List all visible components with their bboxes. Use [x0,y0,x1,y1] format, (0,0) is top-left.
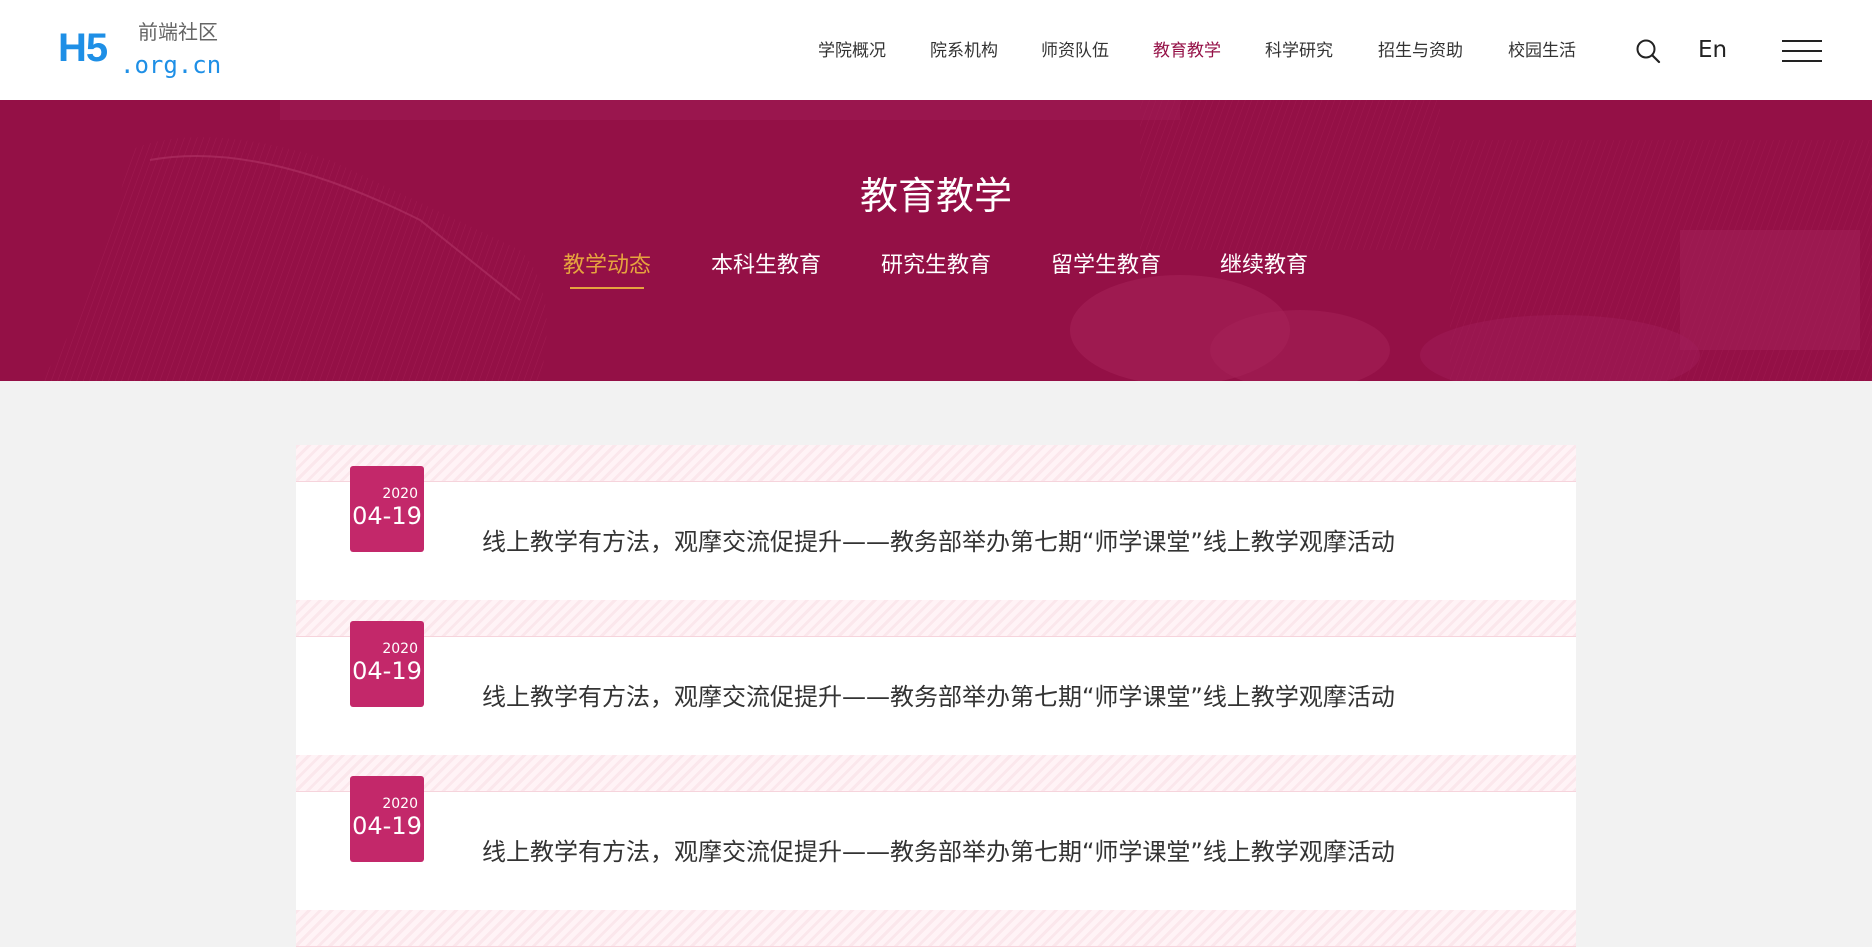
date-month-day: 04-19 [352,812,422,840]
date-badge: 2020 04-19 [350,466,424,552]
banner-background-image [40,100,1872,381]
site-header: H5 前端社区 .org.cn 学院概况 院系机构 师资队伍 教育教学 科学研究… [0,0,1872,100]
news-item[interactable]: 2020 04-19 线上教学有方法，观摩交流促提升——教务部举办第七期“师学课… [296,466,1576,600]
tab-undergraduate[interactable]: 本科生教育 [711,250,821,282]
tab-teaching-news[interactable]: 教学动态 [563,250,651,282]
nav-item-education[interactable]: 教育教学 [1153,38,1221,64]
nav-item-faculty[interactable]: 师资队伍 [1041,38,1109,64]
row-divider [296,445,1576,482]
news-title-link[interactable]: 线上教学有方法，观摩交流促提升——教务部举办第七期“师学课堂”线上教学观摩活动 [482,526,1395,558]
news-item[interactable]: 2020 04-19 线上教学有方法，观摩交流促提升——教务部举办第七期“师学课… [296,621,1576,755]
row-divider [296,600,1576,637]
date-month-day: 04-19 [352,657,422,685]
nav-item-research[interactable]: 科学研究 [1265,38,1333,64]
date-year: 2020 [382,796,418,812]
nav-item-departments[interactable]: 院系机构 [930,38,998,64]
nav-item-about[interactable]: 学院概况 [818,38,886,64]
news-title-link[interactable]: 线上教学有方法，观摩交流促提升——教务部举办第七期“师学课堂”线上教学观摩活动 [482,681,1395,713]
news-list: 2020 04-19 线上教学有方法，观摩交流促提升——教务部举办第七期“师学课… [296,445,1576,947]
page-banner: 教育教学 教学动态 本科生教育 研究生教育 留学生教育 继续教育 [0,100,1872,381]
news-title-link[interactable]: 线上教学有方法，观摩交流促提升——教务部举办第七期“师学课堂”线上教学观摩活动 [482,836,1395,868]
page-title: 教育教学 [859,174,1012,218]
tab-continuing-education[interactable]: 继续教育 [1220,250,1308,282]
row-divider [296,910,1576,947]
date-month-day: 04-19 [352,502,422,530]
date-year: 2020 [382,486,418,502]
date-year: 2020 [382,641,418,657]
tab-graduate[interactable]: 研究生教育 [881,250,991,282]
nav-item-campus-life[interactable]: 校园生活 [1508,38,1576,64]
nav-item-admissions[interactable]: 招生与资助 [1378,38,1463,64]
date-badge: 2020 04-19 [350,776,424,862]
date-badge: 2020 04-19 [350,621,424,707]
language-switch[interactable]: En [1698,34,1727,66]
tab-international[interactable]: 留学生教育 [1051,250,1161,282]
news-item[interactable]: 2020 04-19 线上教学有方法，观摩交流促提升——教务部举办第七期“师学课… [296,776,1576,910]
logo-chinese-text: 前端社区 [138,20,218,44]
active-tab-underline [570,287,644,289]
row-divider [296,755,1576,792]
site-logo[interactable]: H5 前端社区 .org.cn [58,18,248,82]
search-icon[interactable] [1635,38,1661,64]
logo-domain: .org.cn [120,51,222,79]
logo-mark: H5 [58,26,108,70]
hamburger-menu-icon[interactable] [1782,38,1822,64]
